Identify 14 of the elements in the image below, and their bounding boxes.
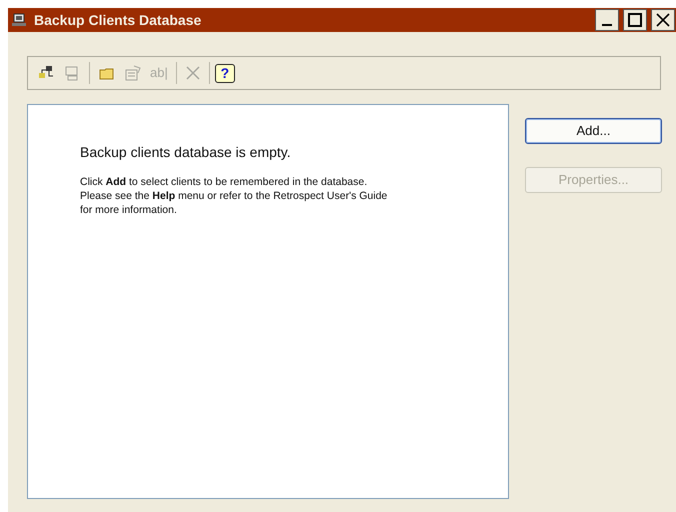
dialog-button[interactable]: Add... bbox=[525, 118, 662, 144]
close-button[interactable] bbox=[651, 9, 675, 31]
minimize-icon bbox=[601, 24, 613, 26]
minimize-button[interactable] bbox=[595, 9, 619, 31]
maximize-icon bbox=[627, 12, 643, 28]
empty-heading: Backup clients database is empty. bbox=[80, 143, 292, 162]
properties-icon bbox=[124, 64, 142, 82]
maximize-button[interactable] bbox=[623, 9, 647, 31]
computer-icon bbox=[11, 12, 27, 28]
delete-icon bbox=[184, 65, 201, 81]
help-button[interactable]: ? bbox=[214, 64, 235, 82]
empty-message: Click Add to select clients to be remembered in the database. Please see the Help menu or refer to the Retrospect User's Guide for more information. bbox=[80, 175, 388, 217]
window-title: Backup Clients Database bbox=[34, 10, 202, 30]
close-icon bbox=[655, 12, 671, 28]
